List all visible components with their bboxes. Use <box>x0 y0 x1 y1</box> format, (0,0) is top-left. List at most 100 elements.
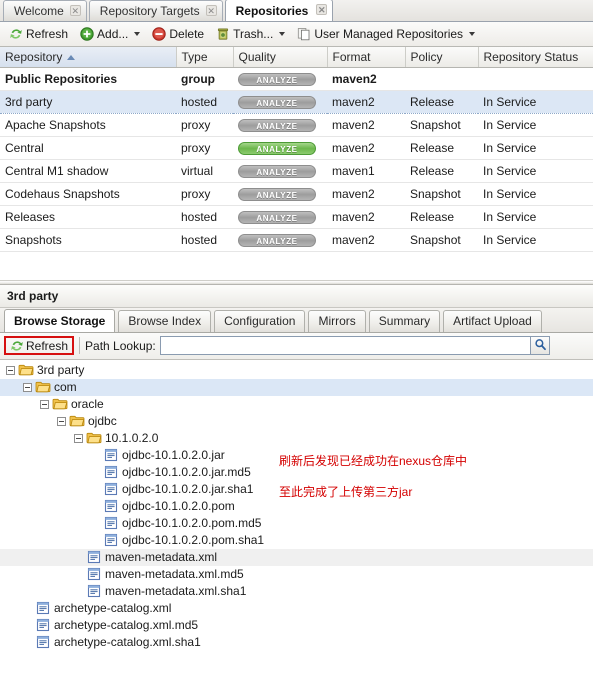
lookup-bar: Refresh Path Lookup: <box>0 332 593 360</box>
cell-repository: Releases <box>0 205 176 229</box>
detail-tab-bar-filler <box>545 310 593 332</box>
cell-policy: Snapshot <box>405 113 478 137</box>
table-row[interactable]: Central proxy ANALYZE maven2 Release In Servi… <box>0 136 593 160</box>
column-header-repository-status[interactable]: Repository Status <box>478 47 593 68</box>
file-icon <box>86 567 102 581</box>
storage-refresh-button[interactable]: Refresh <box>4 336 75 355</box>
analyze-badge[interactable]: ANALYZE <box>238 187 316 201</box>
tree-node[interactable]: archetype-catalog.xml.sha1 <box>0 634 593 651</box>
tree-node[interactable]: archetype-catalog.xml <box>0 600 593 617</box>
tab-repository-targets[interactable]: Repository Targets ✕ <box>88 0 223 21</box>
tree-node[interactable]: 10.1.0.2.0 <box>0 430 593 447</box>
tree-collapse-icon[interactable] <box>40 399 49 409</box>
tree-node[interactable]: oracle <box>0 396 593 413</box>
trash-button-label: Trash... <box>233 27 274 41</box>
tree-node[interactable]: maven-metadata.xml.md5 <box>0 566 593 583</box>
tree-collapse-icon[interactable] <box>6 365 15 375</box>
tree-toggle-spacer <box>91 472 103 473</box>
analyze-badge[interactable]: ANALYZE <box>238 233 316 247</box>
annotation-text: 刷新后发现已经成功在nexus仓库中 <box>279 454 468 468</box>
tab-repositories-label: Repositories <box>235 3 309 18</box>
tree-node[interactable]: maven-metadata.xml.sha1 <box>0 583 593 600</box>
table-row[interactable]: Apache Snapshots proxy ANALYZE maven2 Snapsh… <box>0 113 593 137</box>
tree-node[interactable]: maven-metadata.xml <box>0 548 593 566</box>
analyze-badge[interactable]: ANALYZE <box>238 118 316 132</box>
column-header-quality-label: Quality <box>238 49 276 64</box>
tab-welcome[interactable]: Welcome ✕ <box>3 0 87 21</box>
file-icon <box>35 601 51 615</box>
tree-node[interactable]: ojdbc-10.1.0.2.0.pom.sha1 <box>0 532 593 549</box>
tree-node[interactable]: ojdbc <box>0 413 593 430</box>
tree-node-label: archetype-catalog.xml <box>54 601 172 615</box>
cell-repository: Codehaus Snapshots <box>0 182 176 206</box>
path-lookup-search-button[interactable] <box>530 336 550 355</box>
table-row[interactable]: Snapshots hosted ANALYZE maven2 Snapshot In S… <box>0 228 593 252</box>
detail-tab-browse-index[interactable]: Browse Index <box>118 309 212 332</box>
detail-tab-label: Artifact Upload <box>453 314 532 328</box>
cell-repository-status: In Service <box>478 136 593 160</box>
refresh-button[interactable]: Refresh <box>4 24 73 45</box>
file-icon <box>103 448 119 462</box>
tree-node-label: ojdbc-10.1.0.2.0.pom.md5 <box>122 516 262 530</box>
table-row[interactable]: Codehaus Snapshots proxy ANALYZE maven2 Snap… <box>0 182 593 206</box>
table-row[interactable]: Central M1 shadow virtual ANALYZE maven1 Rel… <box>0 159 593 183</box>
detail-tab-mirrors[interactable]: Mirrors <box>308 309 366 332</box>
file-icon <box>103 465 119 479</box>
chevron-down-icon[interactable] <box>279 32 286 36</box>
analyze-badge[interactable]: ANALYZE <box>238 141 316 155</box>
tree-node[interactable]: 3rd party <box>0 362 593 379</box>
trash-icon <box>216 27 230 41</box>
close-icon[interactable]: ✕ <box>316 4 328 15</box>
detail-tab-browse-storage[interactable]: Browse Storage <box>4 308 116 332</box>
detail-tab-configuration[interactable]: Configuration <box>214 309 306 332</box>
tree-collapse-icon[interactable] <box>74 433 83 443</box>
close-icon[interactable]: ✕ <box>205 5 217 16</box>
storage-tree[interactable]: 3rd party com oracle ojdbc 10.1.0.2.0 ojdbc-1… <box>0 359 593 665</box>
column-header-format[interactable]: Format <box>327 47 406 68</box>
analyze-badge[interactable]: ANALYZE <box>238 95 316 109</box>
table-row[interactable]: Releases hosted ANALYZE maven2 Release In Ser… <box>0 205 593 229</box>
tree-node[interactable]: archetype-catalog.xml.md5 <box>0 617 593 634</box>
tree-toggle-spacer <box>74 557 86 558</box>
analyze-badge[interactable]: ANALYZE <box>238 72 316 86</box>
tree-node[interactable]: ojdbc-10.1.0.2.0.pom.md5 <box>0 515 593 532</box>
column-header-quality[interactable]: Quality <box>233 47 328 68</box>
column-header-type-label: Type <box>181 49 208 64</box>
cell-format: maven2 <box>327 228 405 252</box>
detail-tab-artifact-upload[interactable]: Artifact Upload <box>443 309 542 332</box>
cell-format: maven1 <box>327 159 405 183</box>
tree-node[interactable]: com <box>0 378 593 396</box>
tab-repositories[interactable]: Repositories ✕ <box>224 0 334 21</box>
tree-toggle-spacer <box>91 523 103 524</box>
column-header-policy[interactable]: Policy <box>405 47 479 68</box>
table-row[interactable]: Public Repositories group ANALYZE maven2 <box>0 67 593 91</box>
chevron-down-icon[interactable] <box>469 32 476 36</box>
cell-quality: ANALYZE <box>233 182 327 206</box>
trash-button[interactable]: Trash... <box>211 24 290 45</box>
folder-icon <box>52 397 68 411</box>
tree-collapse-icon[interactable] <box>23 382 32 392</box>
folder-icon <box>69 414 85 428</box>
tree-node-label: ojdbc-10.1.0.2.0.jar.sha1 <box>122 482 254 496</box>
delete-button[interactable]: Delete <box>147 24 209 45</box>
chevron-down-icon[interactable] <box>134 32 141 36</box>
analyze-badge[interactable]: ANALYZE <box>238 164 316 178</box>
detail-panel-title-label: 3rd party <box>7 288 59 303</box>
add-button[interactable]: Add... <box>75 24 145 45</box>
add-button-label: Add... <box>97 27 129 41</box>
detail-tab-label: Configuration <box>224 314 296 328</box>
tree-node-label: ojdbc <box>88 414 117 428</box>
cell-format: maven2 <box>327 89 405 114</box>
tree-collapse-icon[interactable] <box>57 416 66 426</box>
detail-tab-summary[interactable]: Summary <box>368 309 441 332</box>
tree-node[interactable]: ojdbc-10.1.0.2.0.pom <box>0 498 593 515</box>
column-header-repository[interactable]: Repository <box>0 47 177 68</box>
analyze-badge[interactable]: ANALYZE <box>238 210 316 224</box>
path-lookup-input[interactable] <box>159 336 530 355</box>
close-icon[interactable]: ✕ <box>69 5 81 16</box>
user-managed-repositories-button[interactable]: User Managed Repositories <box>292 24 480 45</box>
table-row[interactable]: 3rd party hosted ANALYZE maven2 Release In Se… <box>0 89 593 114</box>
column-header-type[interactable]: Type <box>176 47 234 68</box>
